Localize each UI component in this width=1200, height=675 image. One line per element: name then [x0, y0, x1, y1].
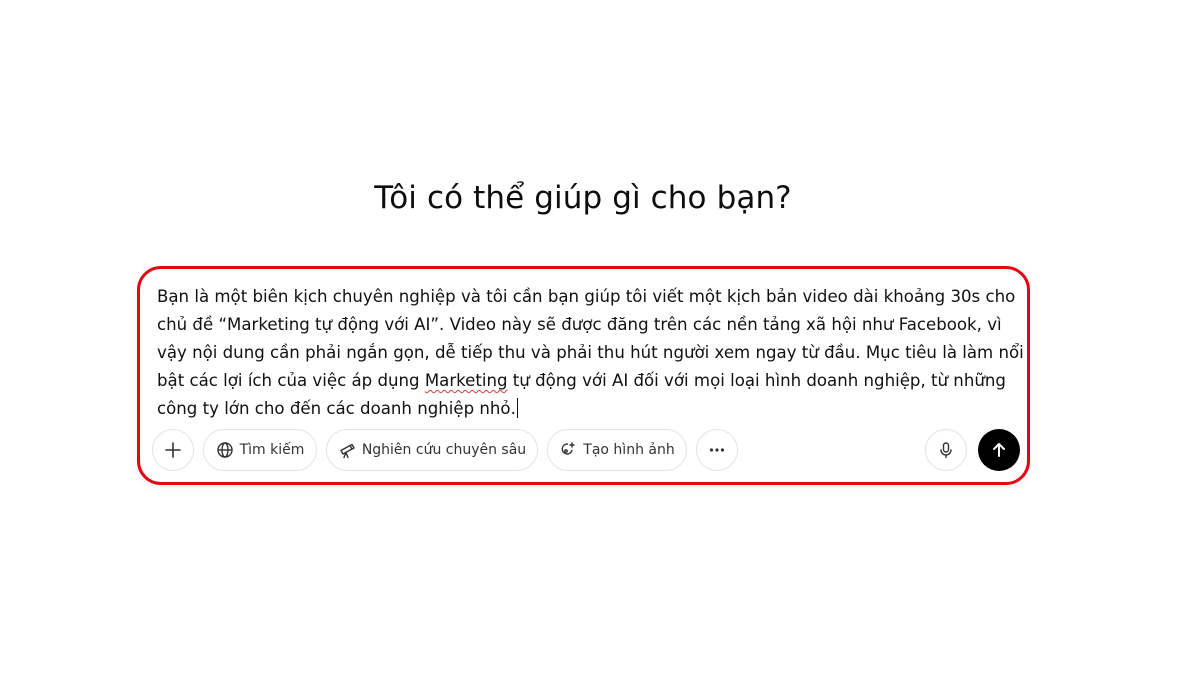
search-button-label: Tìm kiếm: [239, 442, 305, 458]
search-button[interactable]: Tìm kiếm: [203, 429, 317, 471]
voice-input-button[interactable]: [925, 429, 967, 471]
prompt-input[interactable]: Bạn là một biên kịch chuyên nghiệp và tô…: [157, 283, 1024, 423]
globe-icon: [216, 441, 234, 459]
composer-toolbar: Tìm kiếm Nghiên cứu chuyên sâu Tạo hình …: [152, 429, 1020, 471]
spellcheck-flagged-word[interactable]: Marketing: [425, 371, 508, 390]
telescope-icon: [338, 441, 356, 459]
plus-icon: [164, 441, 182, 459]
deep-research-button[interactable]: Nghiên cứu chuyên sâu: [326, 429, 538, 471]
more-dots-icon: [708, 441, 726, 459]
create-image-button-label: Tạo hình ảnh: [583, 442, 675, 458]
prompt-line-4-start: bật các lợi ích của việc áp dụng: [157, 371, 425, 390]
prompt-line-3: vậy nội dung cần phải ngắn gọn, dễ tiếp …: [157, 343, 1024, 362]
prompt-line-5: công ty lớn cho đến các doanh nghiệp nhỏ…: [157, 395, 1023, 423]
more-tools-button[interactable]: [696, 429, 738, 471]
prompt-line-2: chủ đề “Marketing tự động với AI”. Video…: [157, 315, 1002, 334]
prompt-line-5-text: công ty lớn cho đến các doanh nghiệp nhỏ…: [157, 399, 516, 418]
add-attachment-button[interactable]: [152, 429, 194, 471]
chat-home-page: Tôi có thể giúp gì cho bạn? Bạn là một b…: [0, 0, 1200, 675]
arrow-up-icon: [990, 441, 1008, 459]
prompt-line-4-end: tự động với AI đối với mọi loại hình doa…: [507, 371, 1006, 390]
page-title: Tôi có thể giúp gì cho bạn?: [374, 180, 792, 216]
send-button[interactable]: [978, 429, 1020, 471]
deep-research-button-label: Nghiên cứu chuyên sâu: [361, 442, 527, 458]
prompt-line-1: Bạn là một biên kịch chuyên nghiệp và tô…: [157, 287, 1016, 306]
text-caret: [516, 398, 518, 418]
prompt-composer[interactable]: Bạn là một biên kịch chuyên nghiệp và tô…: [137, 266, 1030, 485]
create-image-button[interactable]: Tạo hình ảnh: [547, 429, 687, 471]
microphone-icon: [937, 441, 955, 459]
prompt-line-4: bật các lợi ích của việc áp dụng Marketi…: [157, 367, 1023, 395]
image-sparkle-icon: [559, 441, 577, 459]
